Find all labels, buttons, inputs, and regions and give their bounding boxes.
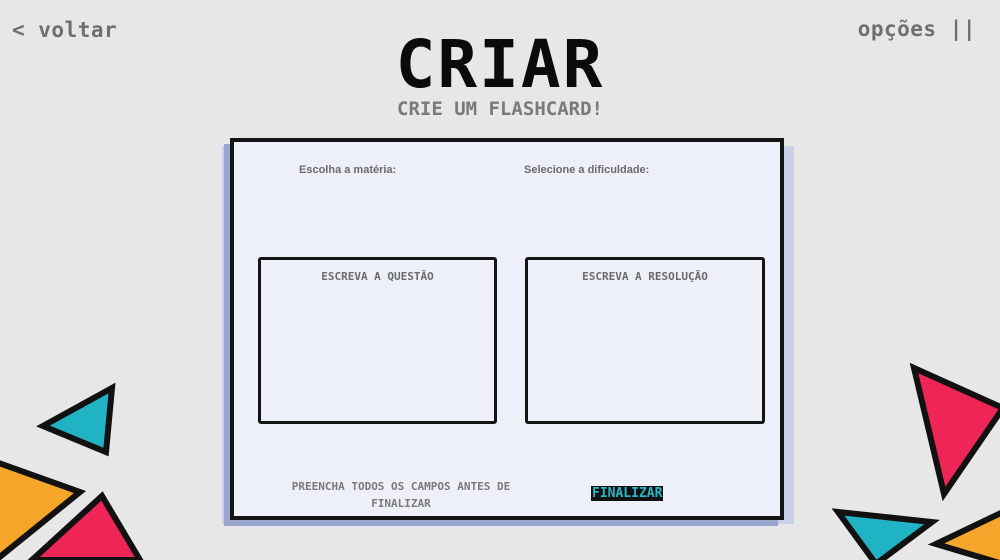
teal-triangle-right	[831, 508, 940, 560]
orange-triangle-right	[927, 510, 1000, 560]
page-title: CRIAR	[395, 26, 605, 103]
page-subtitle: CRIE UM FLASHCARD!	[397, 98, 603, 120]
finalize-button[interactable]: FINALIZAR	[591, 486, 664, 501]
question-label: ESCREVA A QUESTÃO	[321, 270, 434, 283]
subject-label[interactable]: Escolha a matéria:	[299, 164, 396, 176]
question-textarea[interactable]: ESCREVA A QUESTÃO	[258, 257, 497, 424]
orange-triangle-left	[0, 460, 87, 560]
pink-triangle-left	[27, 491, 144, 560]
answer-label: ESCREVA A RESOLUÇÃO	[582, 270, 708, 283]
fill-fields-note: PREENCHA TODOS OS CAMPOS ANTES DE FINALI…	[291, 480, 511, 510]
answer-textarea[interactable]: ESCREVA A RESOLUÇÃO	[525, 257, 765, 424]
pink-triangle-right	[909, 362, 1000, 502]
teal-triangle-left	[36, 382, 116, 457]
difficulty-label[interactable]: Selecione a dificuldade:	[524, 164, 649, 176]
